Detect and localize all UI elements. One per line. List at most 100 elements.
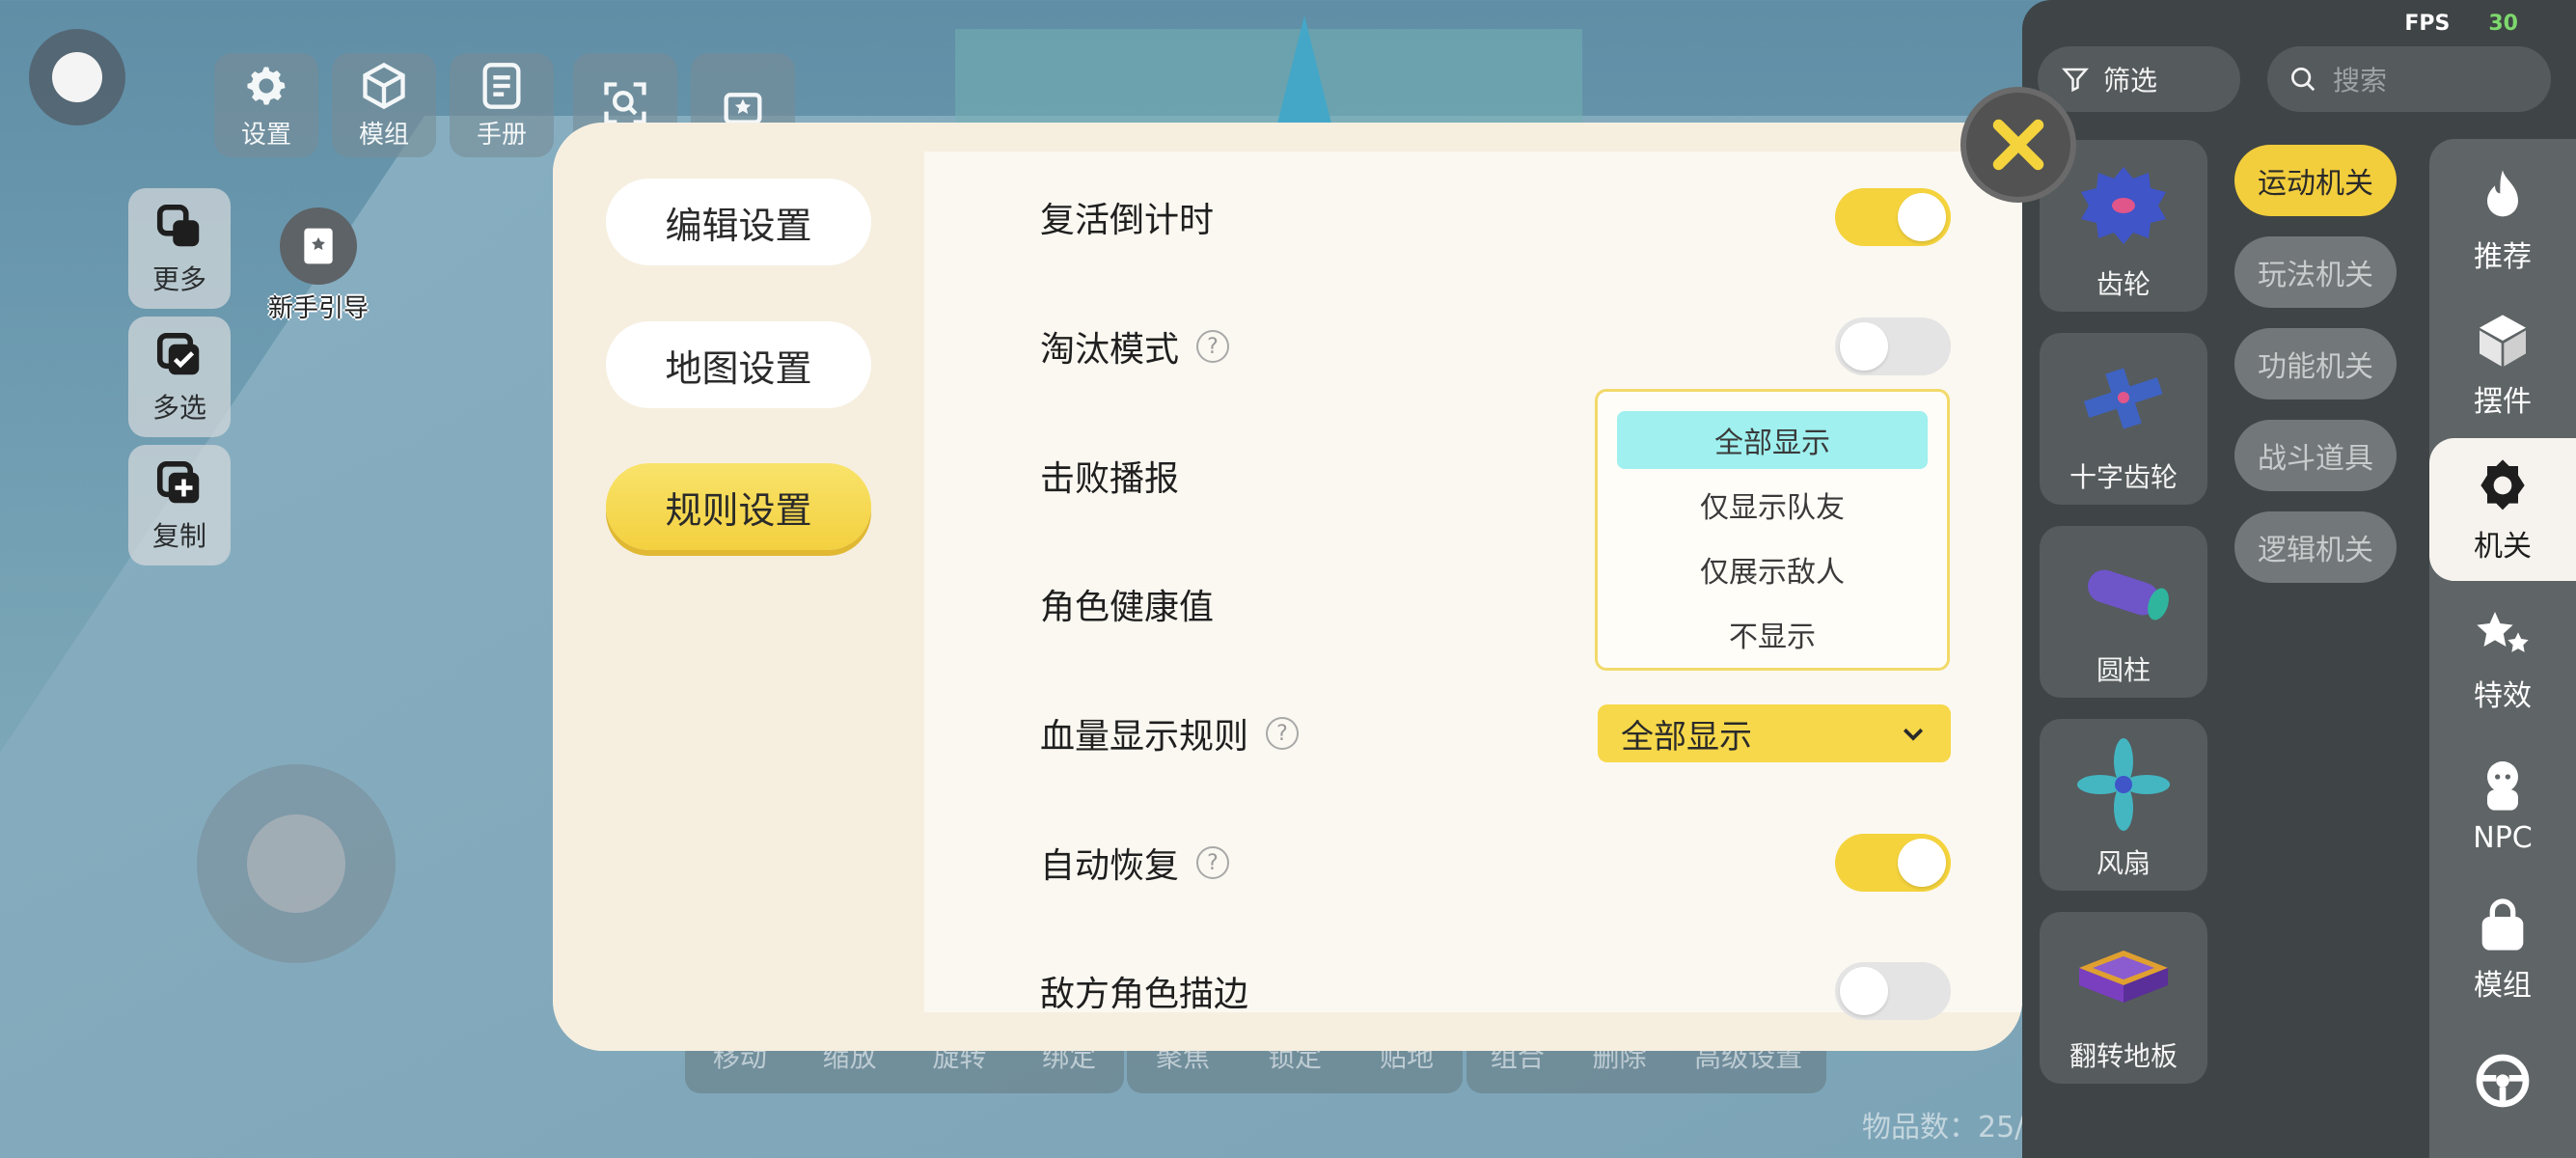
item-label: 十字齿轮 xyxy=(2069,461,2178,493)
guide-label: 新手引导 xyxy=(267,294,369,323)
flip-floor-icon xyxy=(2079,951,2168,1003)
setting-label: 角色健康值 xyxy=(1040,588,1215,627)
dropdown-option-teammates-only[interactable]: 仅显示队友 xyxy=(1617,476,1928,534)
joystick-knob[interactable] xyxy=(247,814,345,913)
more-button[interactable]: 更多 xyxy=(128,188,231,309)
tab-label: 模组 xyxy=(2474,969,2532,1003)
setting-label: 击败播报 xyxy=(1040,459,1180,499)
category-gameplay[interactable]: 玩法机关 xyxy=(2234,236,2397,308)
record-dot-icon xyxy=(52,52,102,102)
chevron-down-icon xyxy=(1903,728,1924,741)
flame-icon xyxy=(2487,170,2518,217)
tab-mod[interactable]: 模组 xyxy=(2429,877,2576,1020)
category-tab-column: 推荐 摆件 机关 特效 NPC 模组 xyxy=(2429,139,2576,1158)
book-icon xyxy=(482,62,521,109)
npc-icon xyxy=(2487,760,2518,811)
category-combat[interactable]: 战斗道具 xyxy=(2234,420,2397,491)
fps-counter: FPS 30 xyxy=(2404,12,2518,36)
manual-button[interactable]: 手册 xyxy=(450,53,554,157)
setting-row-revive-countdown: 复活倒计时 xyxy=(1040,179,1951,256)
toggle-thumb xyxy=(1840,322,1888,371)
category-motion[interactable]: 运动机关 xyxy=(2234,145,2397,216)
tab-npc[interactable]: NPC xyxy=(2429,732,2576,875)
multi-select-icon xyxy=(156,332,200,374)
item-fan[interactable]: 风扇 xyxy=(2040,719,2207,891)
mechanism-icon xyxy=(2480,459,2525,510)
setting-label: 复活倒计时 xyxy=(1040,201,1215,240)
auto-recover-toggle[interactable] xyxy=(1835,834,1951,892)
scan-icon xyxy=(604,82,646,124)
record-button[interactable] xyxy=(29,29,125,125)
revive-countdown-toggle[interactable] xyxy=(1835,188,1951,246)
toggle-thumb xyxy=(1840,967,1888,1015)
help-icon[interactable]: ? xyxy=(1266,717,1300,750)
category-function[interactable]: 功能机关 xyxy=(2234,328,2397,400)
filter-icon xyxy=(2061,68,2090,93)
setting-row-hp-display-rule: 血量显示规则? 全部显示 xyxy=(1040,695,1951,772)
settings-button[interactable]: 设置 xyxy=(214,53,318,157)
item-label: 翻转地板 xyxy=(2069,1040,2178,1072)
layers-icon xyxy=(156,204,200,246)
tab-effects[interactable]: 特效 xyxy=(2429,588,2576,731)
settings-nav: 编辑设置 地图设置 规则设置 xyxy=(553,123,924,1051)
tab-mechanism[interactable]: 机关 xyxy=(2429,438,2576,581)
item-label: 圆柱 xyxy=(2096,654,2151,686)
setting-row-elimination-mode: 淘汰模式? xyxy=(1040,308,1951,385)
bag-icon xyxy=(2481,898,2524,951)
filter-button[interactable]: 筛选 xyxy=(2038,46,2240,112)
search-input[interactable]: 搜索 xyxy=(2267,46,2551,112)
item-label: 齿轮 xyxy=(2096,268,2151,300)
cross-gear-icon xyxy=(2083,368,2163,429)
setting-label: 血量显示规则? xyxy=(1040,708,1300,758)
tab-label: 机关 xyxy=(2474,530,2532,564)
item-cross-gear[interactable]: 十字齿轮 xyxy=(2040,333,2207,505)
item-flip-floor[interactable]: 翻转地板 xyxy=(2040,912,2207,1084)
setting-row-auto-recover: 自动恢复? xyxy=(1040,824,1951,901)
settings-label: 设置 xyxy=(240,120,291,150)
cylinder-icon xyxy=(2088,569,2169,620)
copy-icon xyxy=(156,460,200,503)
close-button[interactable] xyxy=(1960,87,2076,203)
dropdown-option-show-all[interactable]: 全部显示 xyxy=(1617,411,1928,469)
toggle-thumb xyxy=(1898,193,1946,241)
copy-label: 复制 xyxy=(151,519,206,552)
dropdown-option-hide[interactable]: 不显示 xyxy=(1617,605,1928,663)
gear-icon xyxy=(247,67,286,104)
nav-map-settings[interactable]: 地图设置 xyxy=(606,321,871,408)
cube-icon xyxy=(363,62,405,109)
item-cylinder[interactable]: 圆柱 xyxy=(2040,526,2207,698)
fps-value: 30 xyxy=(2488,12,2518,36)
beginner-guide-button[interactable]: 新手引导 xyxy=(260,207,376,324)
hp-display-select[interactable]: 全部显示 xyxy=(1598,704,1951,762)
search-icon xyxy=(2291,68,2316,92)
enemy-outline-toggle[interactable] xyxy=(1835,962,1951,1020)
filter-label: 筛选 xyxy=(2103,65,2158,96)
hp-display-dropdown: 全部显示 仅显示队友 仅展示敌人 不显示 xyxy=(1595,389,1950,671)
guide-book-icon xyxy=(280,207,357,285)
multi-select-button[interactable]: 多选 xyxy=(128,317,231,437)
elimination-mode-toggle[interactable] xyxy=(1835,317,1951,375)
tab-label: 摆件 xyxy=(2474,385,2532,419)
fan-icon xyxy=(2077,738,2170,831)
fps-label: FPS xyxy=(2404,12,2451,36)
gear-piece-icon xyxy=(2081,167,2166,244)
close-icon xyxy=(1992,119,2044,171)
toggle-thumb xyxy=(1898,839,1946,887)
multi-select-label: 多选 xyxy=(151,391,206,424)
movement-joystick[interactable] xyxy=(197,764,396,963)
setting-label: 自动恢复? xyxy=(1040,838,1230,888)
tab-decoration[interactable]: 摆件 xyxy=(2429,293,2576,436)
dropdown-option-enemies-only[interactable]: 仅展示敌人 xyxy=(1617,540,1928,598)
help-icon[interactable]: ? xyxy=(1196,846,1230,879)
nav-rule-settings[interactable]: 规则设置 xyxy=(606,463,871,550)
help-icon[interactable]: ? xyxy=(1196,330,1230,363)
more-label: 更多 xyxy=(151,262,206,295)
nav-edit-settings[interactable]: 编辑设置 xyxy=(606,179,871,265)
tab-recommend[interactable]: 推荐 xyxy=(2429,149,2576,291)
setting-label: 敌方角色描边 xyxy=(1040,975,1249,1014)
mod-group-label: 模组 xyxy=(358,120,409,150)
category-logic[interactable]: 逻辑机关 xyxy=(2234,511,2397,583)
copy-button[interactable]: 复制 xyxy=(128,445,231,565)
tab-vehicle[interactable] xyxy=(2429,1012,2576,1155)
mod-group-button[interactable]: 模组 xyxy=(332,53,436,157)
